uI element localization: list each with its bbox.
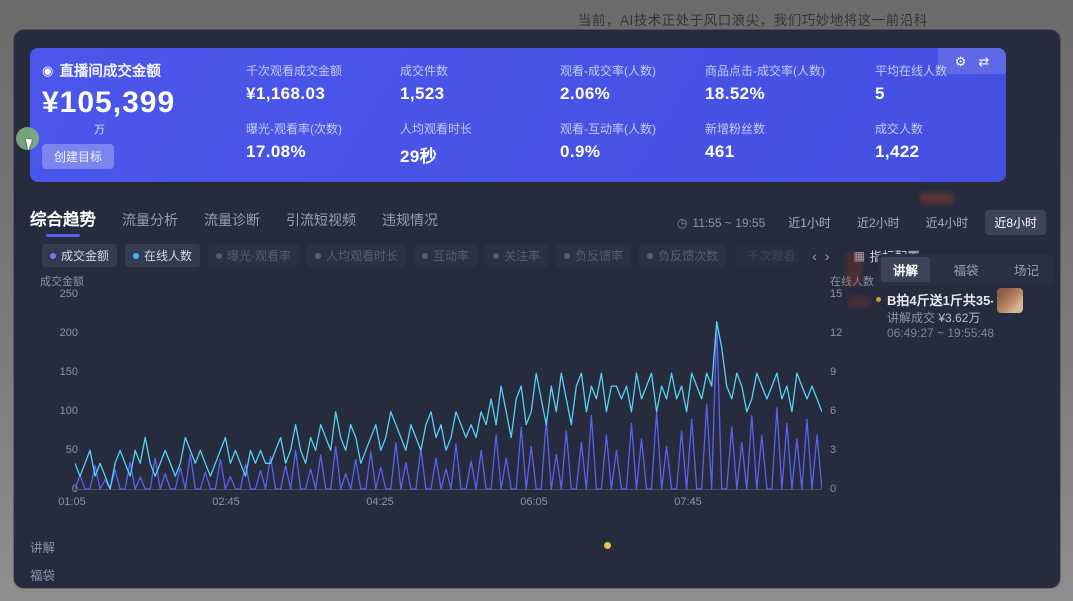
video-caption-text: 当前，AI技术正处于风口浪尖，我们巧妙地将这一前沿科 — [578, 9, 928, 29]
product-time-range: 06:49:27 ~ 19:55:48 — [887, 326, 994, 340]
side-tab-lucky-bag[interactable]: 福袋 — [941, 257, 990, 282]
product-thumbnail[interactable] — [997, 288, 1023, 313]
dashboard-panel: ⚙ ⇄ ◉ 直播间成交金额 ¥105,399 万 创建目标 千次观看成交金额 ¥… — [14, 30, 1060, 588]
deal-label: 讲解成交 — [887, 311, 935, 325]
product-status-dot — [876, 297, 881, 302]
lane-label-lucky-bag: 福袋 — [30, 565, 55, 584]
side-tab-explain[interactable]: 讲解 — [881, 257, 930, 282]
artifact-mark — [848, 296, 870, 308]
product-title[interactable]: B拍4斤送1斤共35-4... — [887, 290, 993, 309]
artifact-mark — [846, 252, 862, 286]
side-panel-tabs: 讲解 福袋 场记 — [878, 254, 1054, 285]
side-tab-log[interactable]: 场记 — [1002, 257, 1051, 282]
artifact-mark — [920, 192, 954, 204]
trend-chart[interactable] — [75, 294, 822, 491]
product-deal-line: 讲解成交 ¥3.62万 — [887, 309, 980, 326]
deal-value: ¥3.62万 — [938, 311, 980, 325]
lane-label-explain: 讲解 — [30, 537, 55, 556]
screen: 当前，AI技术正处于风口浪尖，我们巧妙地将这一前沿科 ⚙ ⇄ ◉ 直播间成交金额… — [0, 0, 1073, 601]
lane-event-marker[interactable] — [604, 542, 611, 549]
